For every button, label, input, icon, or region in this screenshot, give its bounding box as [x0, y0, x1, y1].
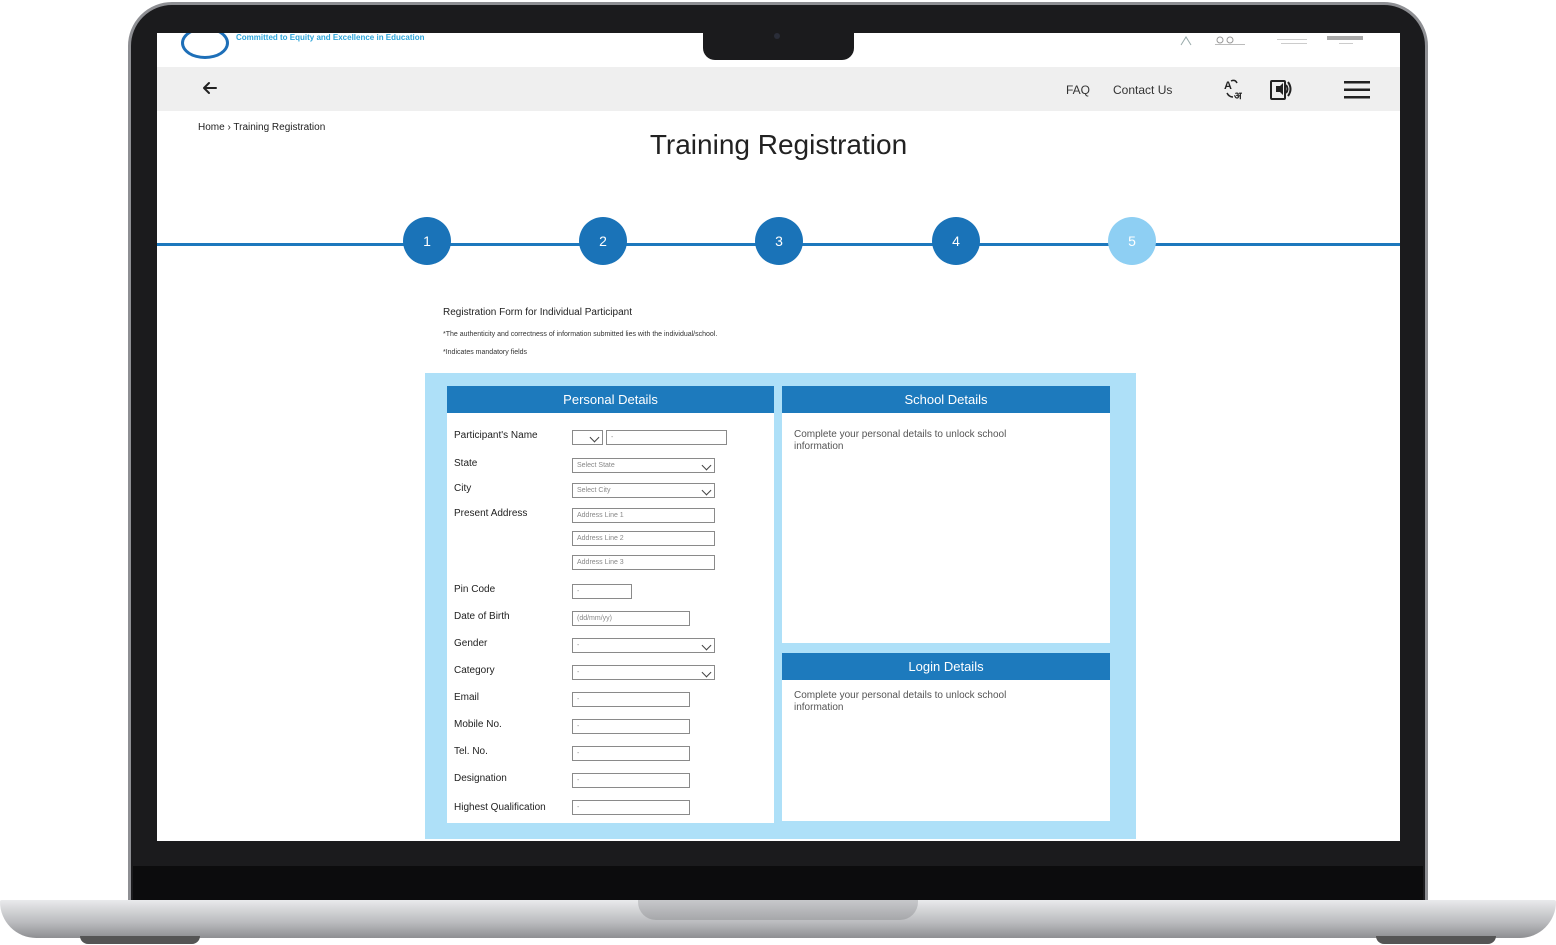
category-select[interactable]: -	[572, 665, 715, 680]
dob-label: Date of Birth	[454, 611, 510, 622]
tel-input[interactable]: -	[572, 746, 690, 761]
category-select-value: -	[577, 669, 580, 676]
gender-select[interactable]: -	[572, 638, 715, 653]
chevron-down-icon	[701, 485, 712, 496]
school-details-message: Complete your personal details to unlock…	[794, 429, 1007, 452]
laptop-foot-left	[80, 936, 200, 944]
login-details-heading: Login Details	[782, 653, 1110, 680]
designation-input[interactable]: -	[572, 773, 690, 788]
login-details-message: Complete your personal details to unlock…	[794, 690, 1007, 713]
step-1[interactable]: 1	[403, 217, 451, 265]
step-4[interactable]: 4	[932, 217, 980, 265]
login-details-panel: Login Details Complete your personal det…	[782, 653, 1110, 821]
org-logo	[181, 33, 229, 59]
pin-label: Pin Code	[454, 584, 496, 595]
name-input[interactable]: -	[606, 430, 727, 445]
personal-details-heading: Personal Details	[447, 386, 774, 413]
svg-text:अ: अ	[1234, 91, 1243, 101]
qualification-label: Highest Qualification	[454, 802, 546, 813]
state-select[interactable]: Select State	[572, 458, 715, 473]
dob-input[interactable]: (dd/mm/yy)	[572, 611, 690, 626]
contact-us-link[interactable]: Contact Us	[1113, 83, 1172, 97]
camera-icon	[774, 33, 780, 39]
header-logo-3-icon	[1273, 33, 1309, 44]
city-select-value: Select City	[577, 487, 611, 494]
faq-link[interactable]: FAQ	[1066, 83, 1090, 97]
gender-select-value: -	[577, 642, 580, 649]
state-select-value: Select State	[577, 462, 615, 469]
authenticity-note: *The authenticity and correctness of inf…	[443, 331, 718, 338]
address-line-3-input[interactable]: Address Line 3	[572, 555, 715, 570]
email-input[interactable]: -	[572, 692, 690, 707]
state-label: State	[454, 458, 478, 469]
navbar	[157, 67, 1400, 111]
chevron-down-icon	[701, 640, 712, 651]
mobile-input[interactable]: -	[572, 719, 690, 734]
hamburger-menu-icon[interactable]	[1344, 80, 1370, 105]
qualification-input[interactable]: -	[572, 800, 690, 815]
screen-reader-icon[interactable]	[1269, 77, 1295, 106]
chevron-down-icon	[701, 460, 712, 471]
back-arrow-icon[interactable]	[201, 79, 219, 102]
header-logo-1-icon	[1179, 33, 1215, 46]
address-label: Present Address	[454, 508, 528, 519]
mandatory-note: *Indicates mandatory fields	[443, 349, 528, 356]
name-label: Participant's Name	[454, 430, 538, 441]
address-line-2-input[interactable]: Address Line 2	[572, 531, 715, 546]
personal-details-panel: Personal Details Participant's Name - St…	[447, 386, 774, 823]
email-label: Email	[454, 692, 480, 703]
laptop-foot-right	[1376, 936, 1496, 944]
svg-text:A: A	[1224, 80, 1232, 92]
step-2[interactable]: 2	[579, 217, 627, 265]
school-details-panel: School Details Complete your personal de…	[782, 386, 1110, 643]
laptop-chin	[133, 866, 1423, 902]
screen: Committed to Equity and Excellence in Ed…	[157, 33, 1400, 841]
form-container: Personal Details Participant's Name - St…	[425, 373, 1136, 839]
translate-icon[interactable]: Aअ	[1223, 77, 1247, 106]
designation-label: Designation	[454, 773, 507, 784]
address-line-1-input[interactable]: Address Line 1	[572, 508, 715, 523]
city-select[interactable]: Select City	[572, 483, 715, 498]
pin-input[interactable]: -	[572, 584, 632, 599]
step-5[interactable]: 5	[1108, 217, 1156, 265]
name-title-select[interactable]	[572, 430, 603, 445]
category-label: Category	[454, 665, 495, 676]
mobile-label: Mobile No.	[454, 719, 502, 730]
page-title: Training Registration	[649, 129, 908, 160]
form-title: Registration Form for Individual Partici…	[443, 307, 632, 318]
tel-label: Tel. No.	[454, 746, 488, 757]
header-logo-2-icon	[1213, 33, 1249, 45]
city-label: City	[454, 483, 472, 494]
header-tagline: Committed to Equity and Excellence in Ed…	[236, 33, 425, 42]
chevron-down-icon	[701, 667, 712, 678]
school-details-heading: School Details	[782, 386, 1110, 413]
gender-label: Gender	[454, 638, 488, 649]
chevron-down-icon	[589, 432, 600, 443]
laptop-base-notch	[638, 900, 918, 920]
step-3[interactable]: 3	[755, 217, 803, 265]
header-logo-4-icon	[1325, 33, 1363, 44]
